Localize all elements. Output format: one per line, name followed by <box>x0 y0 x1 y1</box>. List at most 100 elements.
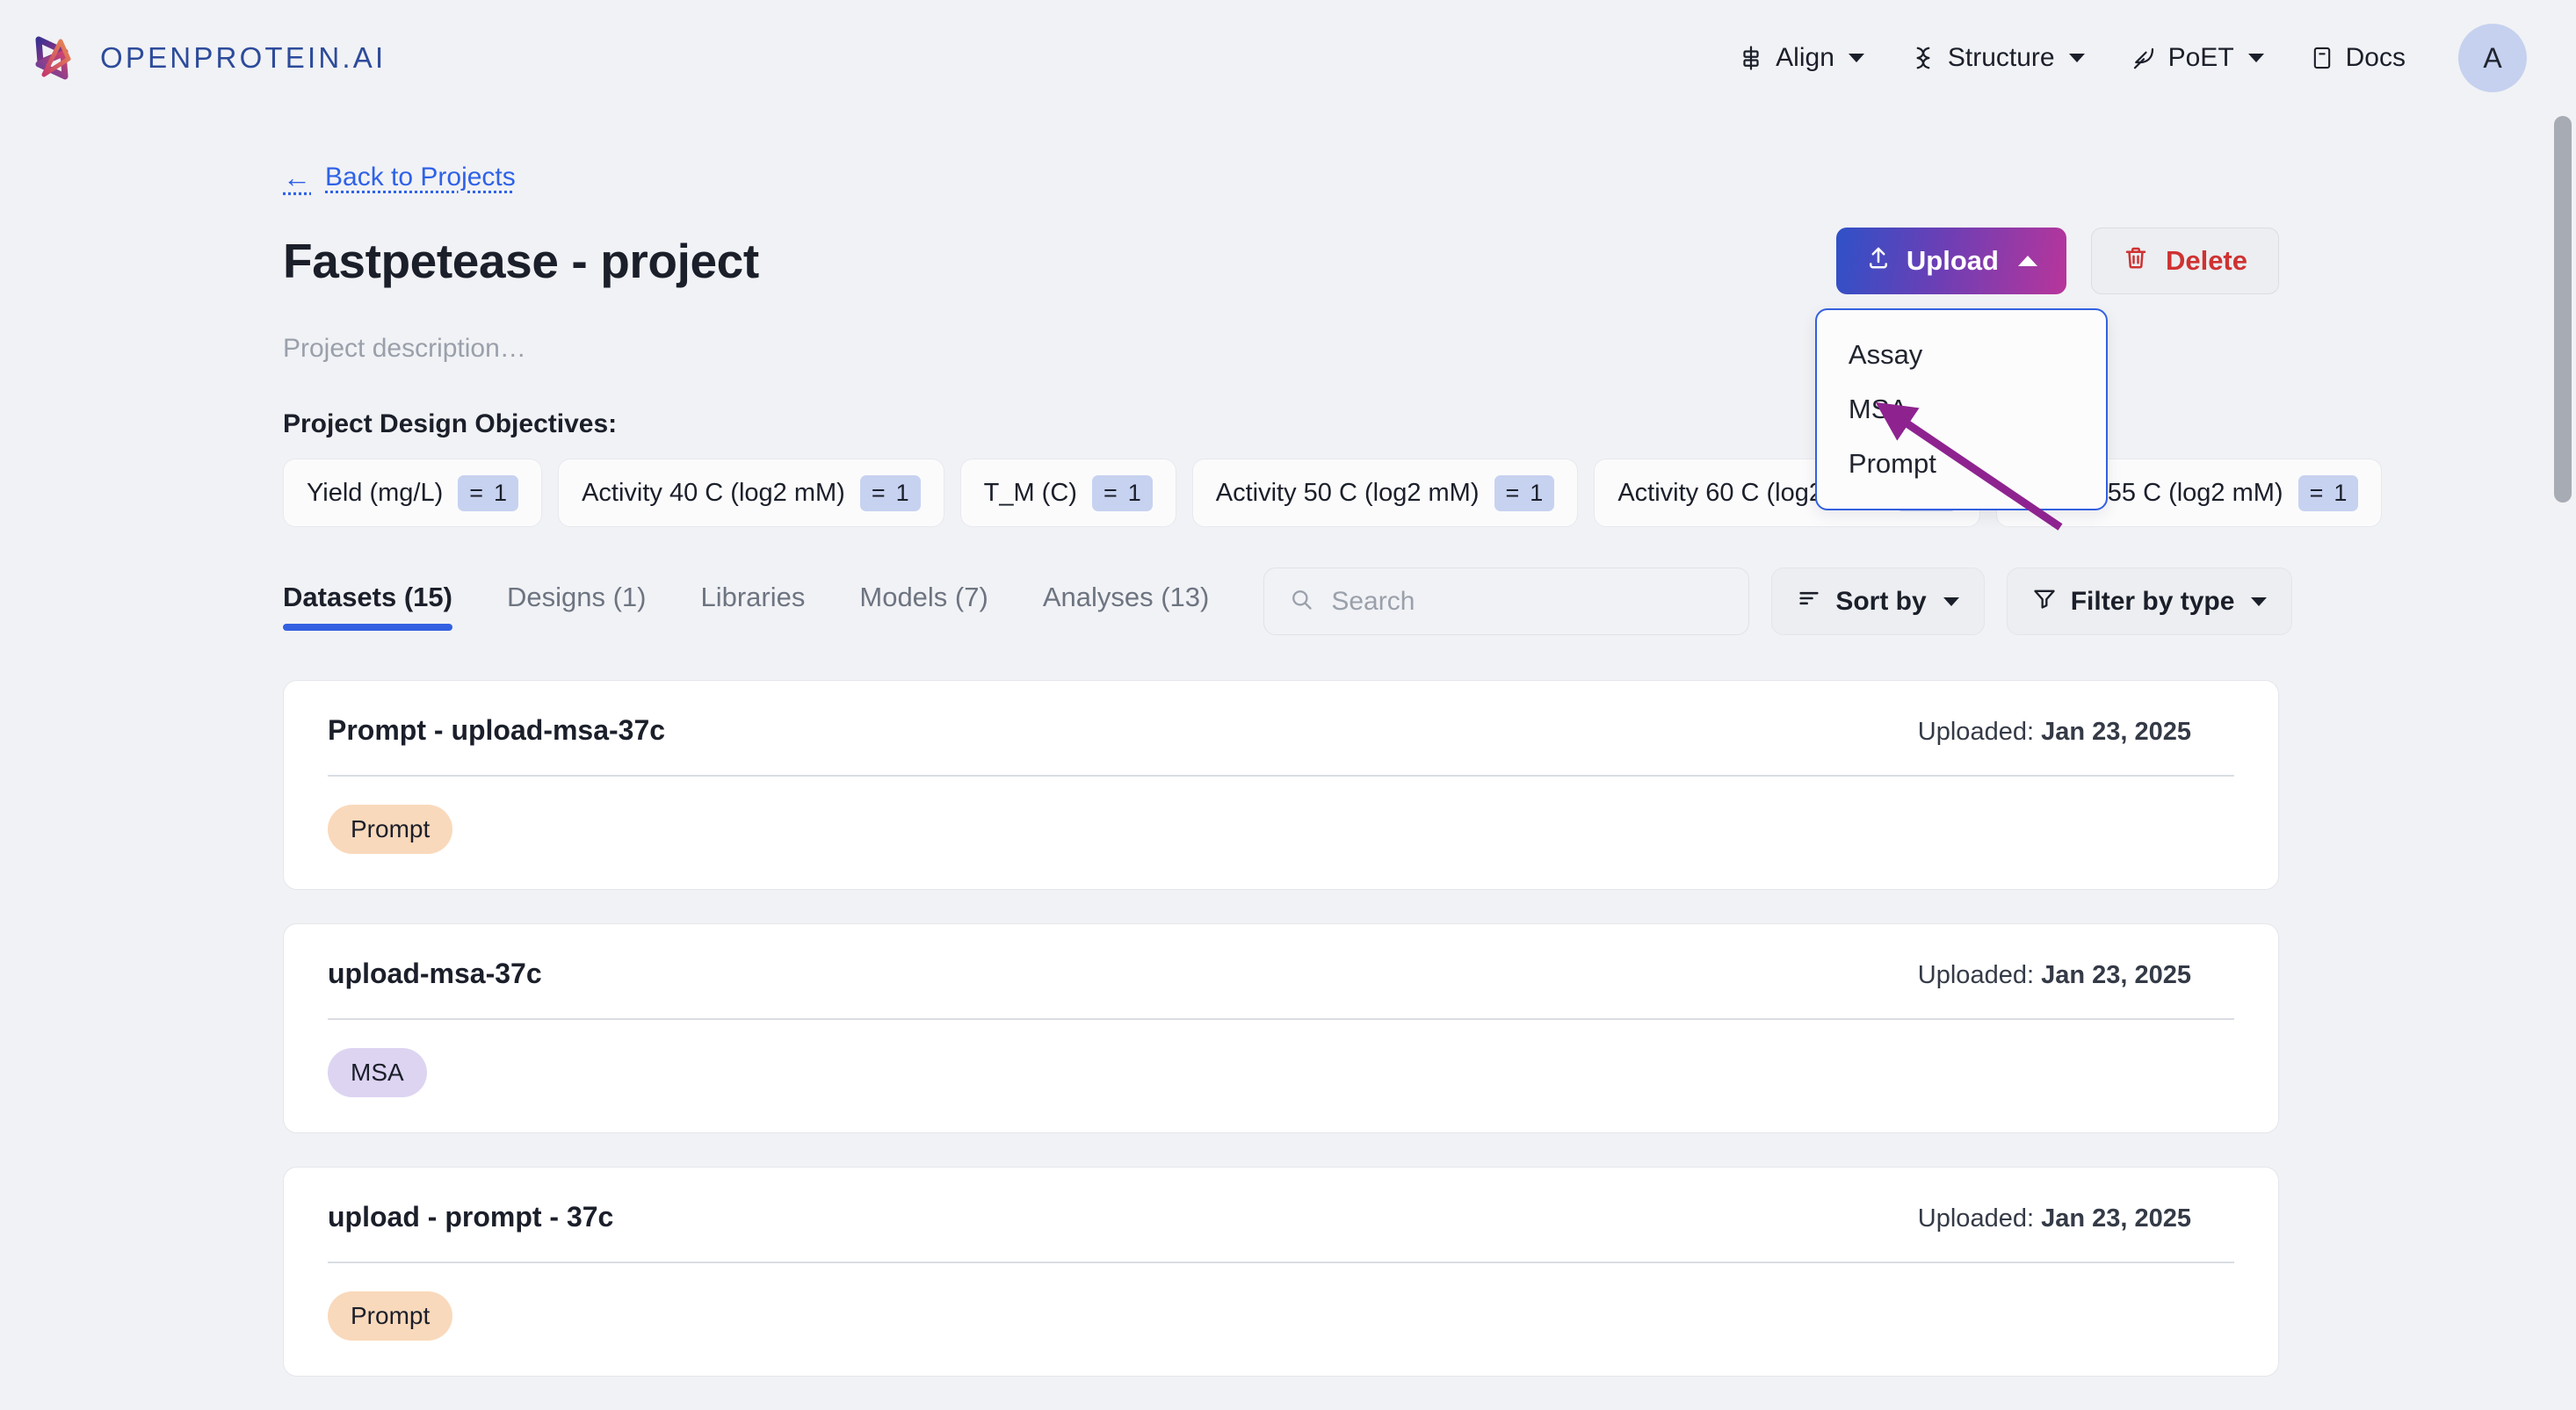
objective-number: 1 <box>1128 480 1141 507</box>
dataset-card-header: upload - prompt - 37c Uploaded: Jan 23, … <box>328 1201 2234 1233</box>
objective-chip[interactable]: Yield (mg/L) = 1 <box>283 459 542 527</box>
brand-name: OPENPROTEIN.AI <box>100 41 386 75</box>
toolbar: Sort by Filter by type <box>1263 568 2292 635</box>
back-to-projects-label: Back to Projects <box>325 163 516 192</box>
content-column: ← Back to Projects Fastpetease - project… <box>283 116 2279 1410</box>
dataset-card[interactable]: upload-msa-37c Uploaded: Jan 23, 2025 MS… <box>283 923 2279 1133</box>
objective-operator: = <box>1103 480 1118 507</box>
back-to-projects-link[interactable]: ← Back to Projects <box>283 163 516 192</box>
objective-chip[interactable]: Activity 50 C (log2 mM) = 1 <box>1192 459 1579 527</box>
objective-operator: = <box>1506 480 1520 507</box>
filter-by-type-button[interactable]: Filter by type <box>2007 568 2293 635</box>
align-icon <box>1738 45 1764 71</box>
tab-models[interactable]: Models (7) <box>859 576 1014 631</box>
search-input[interactable] <box>1331 587 1724 617</box>
nav-item-structure[interactable]: Structure <box>1887 33 2108 83</box>
upload-icon <box>1865 244 1892 278</box>
objective-operator: = <box>469 480 483 507</box>
dataset-uploaded: Uploaded: Jan 23, 2025 <box>1918 1204 2191 1233</box>
search-box[interactable] <box>1263 568 1749 635</box>
objective-value: = 1 <box>1092 475 1153 511</box>
objective-name: Activity 50 C (log2 mM) <box>1216 479 1480 508</box>
nav-item-docs[interactable]: Docs <box>2287 33 2428 83</box>
brand[interactable]: OPENPROTEIN.AI <box>26 33 386 83</box>
title-row: Fastpetease - project Upload Delete Assa… <box>283 225 2279 297</box>
objective-value: = 1 <box>860 475 921 511</box>
nav-item-label: Docs <box>2346 43 2406 73</box>
dataset-card[interactable]: Prompt - upload-msa-37c Uploaded: Jan 23… <box>283 680 2279 890</box>
status-badge: MSA <box>328 1048 427 1097</box>
openprotein-star-logo-icon <box>26 33 77 83</box>
chevron-up-icon <box>2018 256 2037 266</box>
funnel-icon <box>2032 586 2057 618</box>
helix-icon <box>1910 45 1936 71</box>
nav-item-poet[interactable]: PoET <box>2108 33 2287 83</box>
objective-number: 1 <box>896 480 909 507</box>
page-body: ← Back to Projects Fastpetease - project… <box>0 116 2548 1305</box>
tab-datasets[interactable]: Datasets (15) <box>283 576 479 631</box>
page-scrollbar-thumb[interactable] <box>2554 116 2572 503</box>
objective-number: 1 <box>494 480 507 507</box>
upload-menu-item-prompt[interactable]: Prompt <box>1817 437 2106 491</box>
sort-by-button[interactable]: Sort by <box>1771 568 1984 635</box>
delete-button-label: Delete <box>2166 245 2247 277</box>
sort-by-label: Sort by <box>1835 587 1926 617</box>
upload-menu-item-msa[interactable]: MSA <box>1817 382 2106 437</box>
status-badge: Prompt <box>328 1291 452 1341</box>
dataset-title: Prompt - upload-msa-37c <box>328 714 665 747</box>
tab-analyses[interactable]: Analyses (13) <box>1043 576 1236 631</box>
page-title: Fastpetease - project <box>283 233 759 289</box>
upload-button[interactable]: Upload <box>1836 228 2066 294</box>
dataset-title: upload-msa-37c <box>328 958 542 990</box>
status-badge: Prompt <box>328 805 452 854</box>
uploaded-date: Jan 23, 2025 <box>2041 1204 2191 1233</box>
objective-name: T_M (C) <box>984 479 1077 508</box>
chevron-down-icon <box>2251 597 2267 606</box>
upload-menu-item-assay[interactable]: Assay <box>1817 328 2106 382</box>
uploaded-label: Uploaded: <box>1918 1204 2041 1233</box>
arrow-left-icon: ← <box>283 163 311 192</box>
objective-chip[interactable]: Activity 40 C (log2 mM) = 1 <box>558 459 944 527</box>
uploaded-label: Uploaded: <box>1918 961 2041 989</box>
objective-operator: = <box>2310 480 2324 507</box>
upload-dropdown-menu: Assay MSA Prompt <box>1815 308 2108 510</box>
uploaded-date: Jan 23, 2025 <box>2041 718 2191 746</box>
dataset-title: upload - prompt - 37c <box>328 1201 613 1233</box>
objective-number: 1 <box>1530 480 1543 507</box>
objective-value: = 1 <box>2298 475 2359 511</box>
avatar[interactable]: A <box>2458 24 2527 92</box>
tab-libraries[interactable]: Libraries <box>700 576 831 631</box>
header-actions: Upload Delete Assay MSA Prompt <box>1836 228 2279 294</box>
page-scrollbar-track[interactable] <box>2548 116 2576 1305</box>
filter-by-type-label: Filter by type <box>2071 587 2235 617</box>
tab-list: Datasets (15) Designs (1) Libraries Mode… <box>283 576 1263 631</box>
top-navigation-bar: OPENPROTEIN.AI Align Structure PoET Docs… <box>0 0 2576 116</box>
objective-name: Yield (mg/L) <box>307 479 443 508</box>
sort-icon <box>1797 586 1821 618</box>
book-icon <box>2310 46 2334 70</box>
objective-value: = 1 <box>458 475 518 511</box>
chevron-down-icon <box>2069 54 2085 62</box>
objective-number: 1 <box>2334 480 2347 507</box>
search-icon <box>1289 587 1313 616</box>
dataset-uploaded: Uploaded: Jan 23, 2025 <box>1918 718 2191 747</box>
uploaded-label: Uploaded: <box>1918 718 2041 746</box>
nav-links: Align Structure PoET Docs A <box>1715 24 2527 92</box>
tab-designs[interactable]: Designs (1) <box>507 576 673 631</box>
dataset-uploaded: Uploaded: Jan 23, 2025 <box>1918 961 2191 990</box>
feather-icon <box>2131 45 2157 71</box>
dataset-card-header: upload-msa-37c Uploaded: Jan 23, 2025 <box>328 958 2234 990</box>
objective-operator: = <box>872 480 886 507</box>
objective-chip[interactable]: T_M (C) = 1 <box>960 459 1176 527</box>
objective-value: = 1 <box>1494 475 1555 511</box>
nav-item-label: Align <box>1776 43 1834 73</box>
chevron-down-icon <box>1849 54 1864 62</box>
chevron-down-icon <box>2248 54 2264 62</box>
nav-item-align[interactable]: Align <box>1715 33 1887 83</box>
upload-button-label: Upload <box>1907 245 1999 277</box>
nav-item-label: PoET <box>2168 43 2234 73</box>
dataset-card[interactable]: upload - prompt - 37c Uploaded: Jan 23, … <box>283 1167 2279 1377</box>
chevron-down-icon <box>1943 597 1959 606</box>
delete-button[interactable]: Delete <box>2091 228 2279 294</box>
dataset-card-list: Prompt - upload-msa-37c Uploaded: Jan 23… <box>283 680 2279 1377</box>
